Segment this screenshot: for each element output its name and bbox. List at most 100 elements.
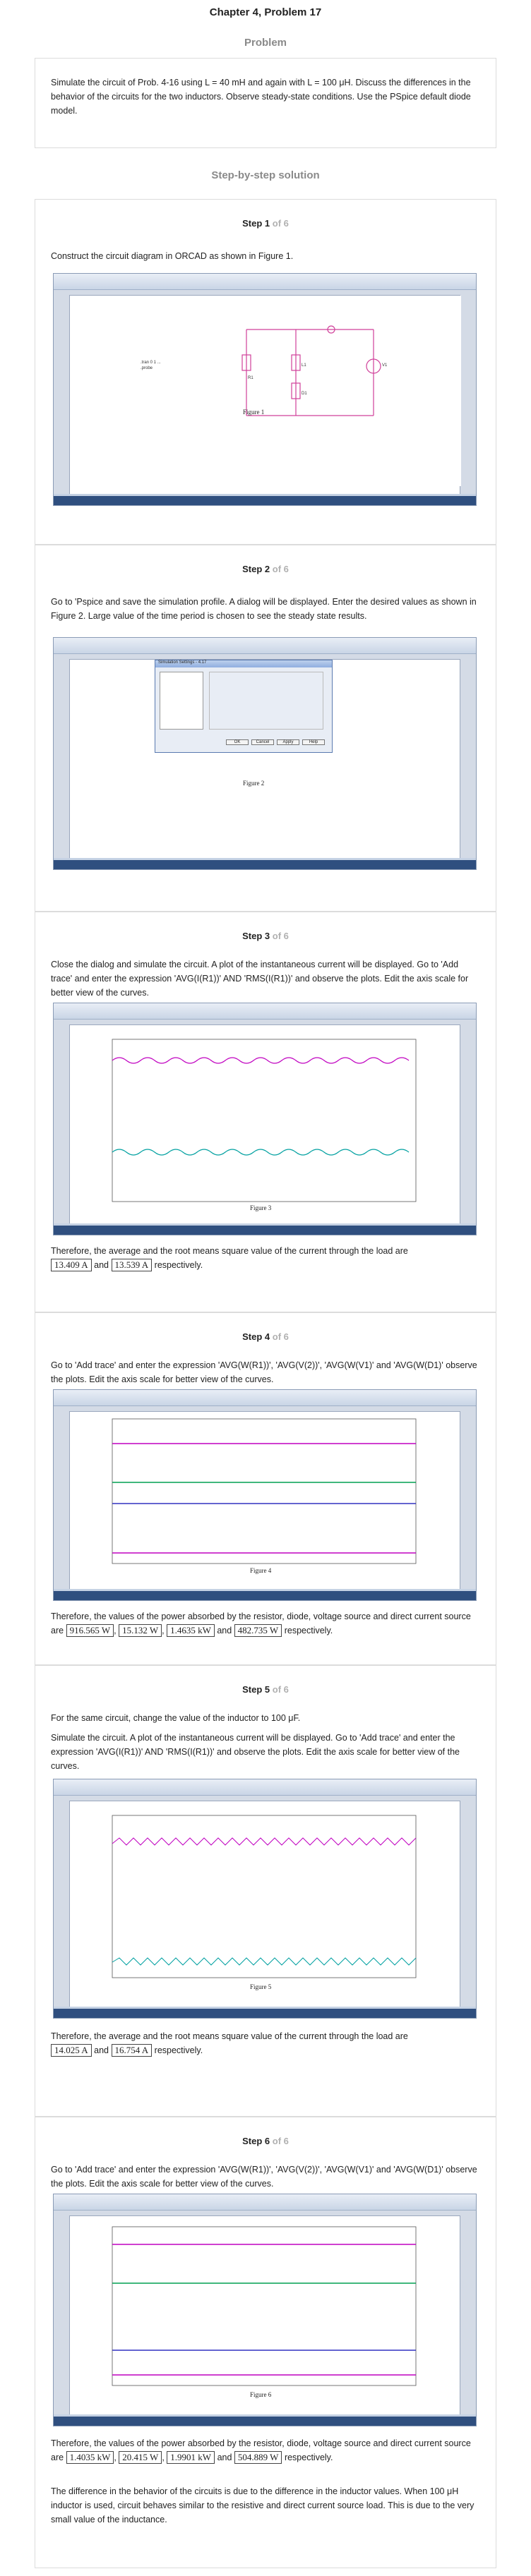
step-3-title: Step 3 of 6: [35, 931, 496, 941]
document-area: Figure 5: [69, 1801, 460, 2008]
problem-card: Simulate the circuit of Prob. 4-16 using…: [35, 58, 496, 148]
result-joiner: and: [217, 2453, 232, 2462]
step-2-title: Step 2 of 6: [35, 564, 496, 574]
step-4-result: Therefore, the values of the power absor…: [51, 1611, 471, 1637]
solution-label: Step-by-step solution: [211, 169, 320, 181]
step-5-card: Step 5 of 6 For the same circuit, change…: [35, 1665, 496, 2117]
ok-button[interactable]: OK: [226, 739, 249, 745]
chapter-title: Chapter 4, Problem 17: [209, 6, 322, 18]
circuit-diagram: .tran 0 1 ... .probe R1 L1 D1 V1: [70, 296, 461, 486]
result-joiner: and: [217, 1626, 232, 1635]
step-of-text: of 6: [272, 1331, 289, 1342]
document-area: Figure 4: [69, 1411, 460, 1590]
orcad-screenshot-1: .tran 0 1 ... .probe R1 L1 D1 V1 Figure …: [53, 273, 477, 506]
svg-text:.probe: .probe: [141, 366, 153, 370]
figure-5-caption: Figure 5: [250, 1983, 272, 1990]
probe-screenshot-4: Figure 4: [53, 1389, 477, 1601]
problem-label: Problem: [244, 37, 287, 49]
dc-source-power-value: 482.735 W: [234, 1624, 282, 1637]
resistor-power-value: 916.565 W: [66, 1624, 114, 1637]
step-title-text: Step 5: [242, 1684, 270, 1695]
figure-2-caption: Figure 2: [243, 780, 265, 787]
diode-power-value: 20.415 W: [119, 2451, 162, 2464]
dialog-button-row: OK Cancel Apply Help: [226, 739, 325, 745]
step-title-text: Step 2: [242, 564, 270, 574]
step-3-text: Close the dialog and simulate the circui…: [51, 960, 469, 998]
step-title-text: Step 1: [242, 218, 270, 229]
step-1-text: Construct the circuit diagram in ORCAD a…: [51, 251, 294, 261]
average-current-value: 13.409 A: [51, 1259, 92, 1271]
step-title-text: Step 3: [242, 931, 270, 941]
apply-button[interactable]: Apply: [277, 739, 299, 745]
current-plot-1: [112, 1039, 417, 1202]
step-of-text: of 6: [272, 218, 289, 229]
step-of-text: of 6: [272, 1684, 289, 1695]
result-prefix: Therefore, the average and the root mean…: [51, 1246, 408, 1256]
probe-screenshot-3: Figure 3: [53, 1003, 477, 1235]
step-4-card: Step 4 of 6 Go to 'Add trace' and enter …: [35, 1312, 496, 1665]
step-6-title: Step 6 of 6: [35, 2136, 496, 2146]
step-4-title: Step 4 of 6: [35, 1331, 496, 1342]
solution-page: Chapter 4, Problem 17 Problem Simulate t…: [0, 0, 531, 2576]
svg-text:.tran 0 1 ...: .tran 0 1 ...: [141, 361, 161, 365]
taskbar: [54, 1226, 476, 1235]
options-panel: [209, 672, 323, 730]
power-plot-1: [112, 1418, 417, 1564]
analysis-list[interactable]: [160, 672, 203, 730]
step-title-text: Step 6: [242, 2136, 270, 2146]
svg-text:D1: D1: [302, 392, 307, 396]
step-title-text: Step 4: [242, 1331, 270, 1342]
probe-screenshot-5: Figure 5: [53, 1779, 477, 2019]
figure-6-caption: Figure 6: [250, 2391, 272, 2398]
svg-text:L1: L1: [302, 363, 306, 368]
step-of-text: of 6: [272, 2136, 289, 2146]
result-suffix: respectively.: [284, 1626, 333, 1635]
resistor-power-value: 1.4035 kW: [66, 2451, 114, 2464]
result-suffix: respectively.: [154, 2045, 203, 2055]
taskbar: [54, 2417, 476, 2426]
result-suffix: respectively.: [154, 1260, 203, 1270]
office-ribbon: [54, 638, 476, 654]
step-5-title: Step 5 of 6: [35, 1684, 496, 1695]
problem-text: Simulate the circuit of Prob. 4-16 using…: [51, 78, 471, 116]
office-ribbon: [54, 274, 476, 290]
svg-text:R1: R1: [248, 376, 253, 380]
step-1-card: Step 1 of 6 Construct the circuit diagra…: [35, 199, 496, 545]
pspice-screenshot-2: Simulation Settings - 4.17 OK Cancel App…: [53, 637, 477, 870]
diode-power-value: 15.132 W: [119, 1624, 162, 1637]
office-ribbon: [54, 2194, 476, 2211]
help-button[interactable]: Help: [302, 739, 325, 745]
step-5-text-b: Simulate the circuit. A plot of the inst…: [51, 1733, 460, 1771]
voltage-source-power-value: 1.9901 kW: [167, 2451, 215, 2464]
step-3-result: Therefore, the average and the root mean…: [51, 1244, 480, 1272]
voltage-source-power-value: 1.4635 kW: [167, 1624, 215, 1637]
taskbar: [54, 860, 476, 869]
document-area: Figure 6: [69, 2215, 460, 2416]
step-6-result: Therefore, the values of the power absor…: [51, 2438, 471, 2464]
step-6-conclusion: The difference in the behavior of the ci…: [51, 2486, 475, 2524]
rms-current-value: 16.754 A: [111, 2044, 153, 2057]
step-of-text: of 6: [272, 931, 289, 941]
step-4-text: Go to 'Add trace' and enter the expressi…: [51, 1360, 477, 1384]
cancel-button[interactable]: Cancel: [251, 739, 274, 745]
step-3-card: Step 3 of 6 Close the dialog and simulat…: [35, 912, 496, 1312]
figure-4-caption: Figure 4: [250, 1567, 272, 1574]
office-ribbon: [54, 1390, 476, 1406]
figure-1-caption: Figure 1: [243, 409, 265, 416]
taskbar: [54, 2009, 476, 2018]
simulation-settings-dialog: Simulation Settings - 4.17 OK Cancel App…: [155, 660, 333, 753]
power-plot-2: [112, 2226, 417, 2386]
probe-screenshot-6: Figure 6: [53, 2194, 477, 2426]
result-joiner: and: [94, 2045, 109, 2055]
office-ribbon: [54, 1779, 476, 1796]
taskbar: [54, 1591, 476, 1600]
result-prefix: Therefore, the average and the root mean…: [51, 2031, 408, 2041]
office-ribbon: [54, 1003, 476, 1020]
taskbar: [54, 496, 476, 505]
document-area: .tran 0 1 ... .probe R1 L1 D1 V1 Figure …: [69, 295, 461, 495]
step-5-text-a: For the same circuit, change the value o…: [51, 1713, 301, 1723]
current-plot-2: [112, 1815, 417, 1978]
step-2-card: Step 2 of 6 Go to 'Pspice and save the s…: [35, 545, 496, 912]
document-area: Figure 3: [69, 1024, 460, 1225]
result-joiner: and: [94, 1260, 109, 1270]
